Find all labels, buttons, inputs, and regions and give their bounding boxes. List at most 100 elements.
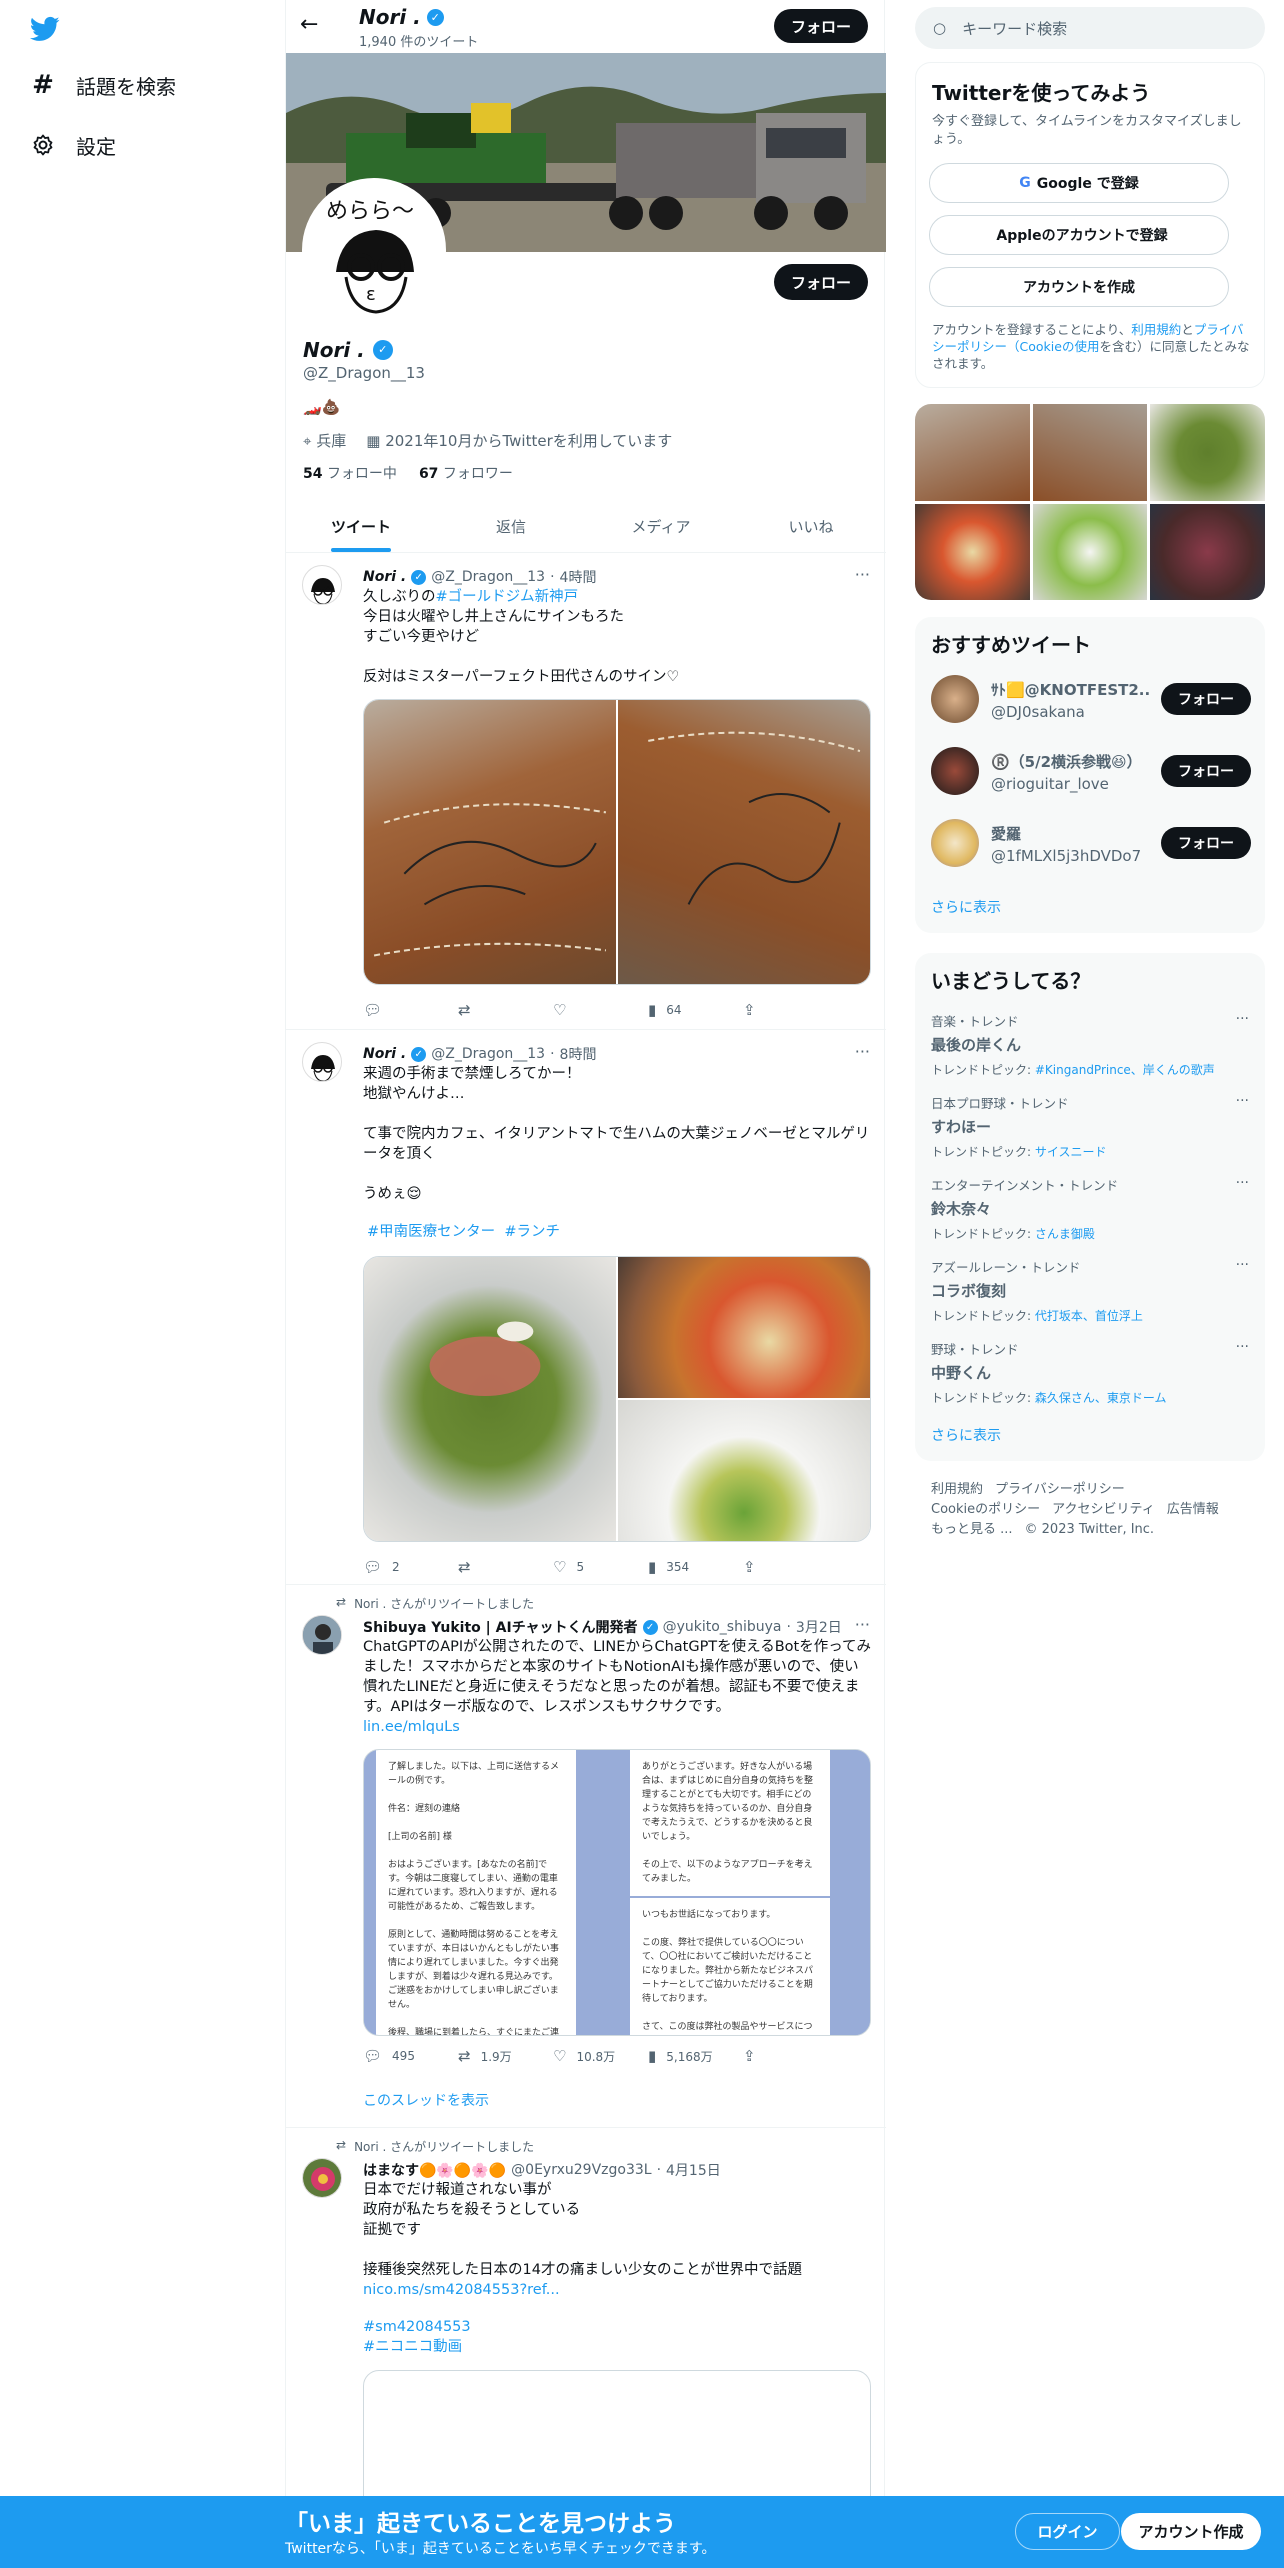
show-more-link[interactable]: さらに表示 <box>931 897 1001 917</box>
search-input[interactable]: ○ キーワード検索 <box>915 7 1265 49</box>
tweet-link[interactable]: lin.ee/mlquLs <box>363 1717 873 1737</box>
tweet-1[interactable]: Nori . ✓ @Z_Dragon__13 · 4時間 ··· 久しぶりの#ゴ… <box>286 553 886 1030</box>
profile-avatar[interactable]: めらら〜 ε <box>302 178 446 322</box>
rec-user-name[interactable]: 愛羅 <box>991 823 1151 844</box>
show-more-trends-link[interactable]: さらに表示 <box>931 1425 1001 1445</box>
tweet-avatar[interactable] <box>302 1042 342 1082</box>
media-chat-screenshot-2[interactable]: ありがとうございます。好きな人がいる場合は、まずはじめに自分自身の気持ちを整理す… <box>618 1750 870 1896</box>
trend-topic-links[interactable]: さんま御殿 <box>1035 1227 1095 1241</box>
rec-user-name[interactable]: ｻﾄ🟨@KNOTFEST2... <box>991 679 1151 700</box>
tweet-author-handle[interactable]: @Z_Dragon__13 <box>431 1046 545 1062</box>
footer-terms-link[interactable]: 利用規約 <box>931 1482 983 1497</box>
rec-follow-button[interactable]: フォロー <box>1161 755 1251 787</box>
tweet-author-handle[interactable]: @0Eyrxu29Vzgo33L <box>511 2162 651 2178</box>
more-options-icon[interactable]: ··· <box>855 1615 870 1634</box>
photo-thumb-dish[interactable] <box>1150 503 1265 600</box>
tweet-media[interactable] <box>363 699 871 985</box>
recommended-user-2[interactable]: ®️（5/2横浜参戦😆） @rioguitar_love フォロー <box>931 741 1251 801</box>
tab-tweets[interactable]: ツイート <box>286 500 436 552</box>
retweet-button[interactable]: ⇄ 1.9万 <box>458 2047 553 2065</box>
footer-more-link[interactable]: もっと見る ... <box>931 1522 1013 1537</box>
tweet-2[interactable]: Nori . ✓ @Z_Dragon__13 · 8時間 ··· 来週の手術まで… <box>286 1030 886 1585</box>
trend-item-4[interactable]: アズールレーン・トレンド コラボ復刻 トレンドトピック: 代打坂本、首位浮上 ·… <box>931 1257 1249 1324</box>
more-options-icon[interactable]: ··· <box>1236 1175 1249 1191</box>
media-photo-belt-2[interactable] <box>618 700 870 984</box>
tweet-author-name[interactable]: はまなす🟠🌸🟠🌸🟠 <box>363 2160 506 2180</box>
twitter-logo-icon[interactable] <box>28 14 62 44</box>
rec-follow-button[interactable]: フォロー <box>1161 683 1251 715</box>
media-chat-screenshot-3[interactable]: いつもお世話になっております。 この度、弊社で提供している〇〇について、〇〇社に… <box>618 1898 870 2035</box>
media-chat-screenshot-1[interactable]: 了解しました。以下は、上司に送信するメールの例です。 件名：遅刻の連絡 [上司の… <box>364 1750 616 2035</box>
footer-privacy-link[interactable]: プライバシーポリシー <box>995 1482 1125 1497</box>
recommended-user-3[interactable]: 愛羅 @1fMLXl5j3hDVDo7 フォロー <box>931 813 1251 873</box>
profile-follow-button[interactable]: フォロー <box>774 264 868 300</box>
tweet-avatar[interactable] <box>302 565 342 605</box>
terms-link[interactable]: 利用規約 <box>1131 322 1181 337</box>
reply-button[interactable]: 💬︎ 2 <box>363 1558 458 1576</box>
tweet-author-name[interactable]: Nori . <box>363 1046 406 1062</box>
apple-signup-button[interactable]: Appleのアカウントで登録 <box>929 215 1229 255</box>
tweet-author-name[interactable]: Nori . <box>363 569 406 585</box>
nav-explore[interactable]: # 話題を検索 <box>28 70 176 100</box>
hashtag-link[interactable]: #ゴールドジム新神戸 <box>436 589 579 605</box>
tweet-time[interactable]: 4月15日 <box>666 2160 721 2180</box>
footer-cookie-link[interactable]: Cookieのポリシー <box>931 1502 1040 1517</box>
media-photo-salad[interactable] <box>618 1400 870 1541</box>
google-signup-button[interactable]: G Google で登録 <box>929 163 1229 203</box>
tab-replies[interactable]: 返信 <box>436 500 586 552</box>
retweet-button[interactable]: ⇄ <box>458 1558 553 1576</box>
tweet-time[interactable]: 4時間 <box>560 567 597 587</box>
create-account-button[interactable]: アカウントを作成 <box>929 267 1229 307</box>
share-button[interactable]: ⇪ <box>743 1001 773 1019</box>
share-button[interactable]: ⇪ <box>743 1558 773 1576</box>
rec-user-handle[interactable]: @rioguitar_love <box>991 775 1109 793</box>
hashtag-link[interactable]: #sm42084553 <box>363 2317 873 2337</box>
retweet-button[interactable]: ⇄ <box>458 1001 553 1019</box>
tweet-media[interactable] <box>363 1256 871 1542</box>
like-button[interactable]: ♡ 5 <box>553 1558 648 1576</box>
photo-thumb-belt-1[interactable] <box>915 404 1030 501</box>
trend-item-1[interactable]: 音楽・トレンド 最後の岸くん トレンドトピック: #KingandPrince、… <box>931 1011 1249 1078</box>
rec-user-handle[interactable]: @DJ0sakana <box>991 703 1085 721</box>
views-button[interactable]: ▮ 64 <box>648 1001 743 1019</box>
share-button[interactable]: ⇪ <box>743 2047 773 2065</box>
rec-user-name[interactable]: ®️（5/2横浜参戦😆） <box>991 751 1151 772</box>
tweet-3[interactable]: ⇄ Nori . さんがリツイートしました Shibuya Yukito | AI… <box>286 1585 886 2128</box>
tweet-author-handle[interactable]: @Z_Dragon__13 <box>431 569 545 585</box>
tweet-link[interactable]: nico.ms/sm42084553?ref... <box>363 2280 873 2300</box>
tweet-author-handle[interactable]: @yukito_shibuya <box>663 1619 782 1635</box>
photo-thumb-pasta[interactable] <box>1150 404 1265 501</box>
like-button[interactable]: ♡ <box>553 1001 648 1019</box>
tab-media[interactable]: メディア <box>586 500 736 552</box>
more-options-icon[interactable]: ··· <box>1236 1093 1249 1109</box>
trend-topic-links[interactable]: 森久保さん、東京ドーム <box>1035 1391 1167 1405</box>
following-link[interactable]: 54 フォロー中 <box>303 463 397 483</box>
tweet-avatar[interactable] <box>302 2158 342 2198</box>
nav-settings[interactable]: 設定 <box>28 130 116 160</box>
header-follow-button[interactable]: フォロー <box>774 9 868 43</box>
more-options-icon[interactable]: ··· <box>1236 1257 1249 1273</box>
avatar[interactable] <box>931 675 979 723</box>
tweet-author-name[interactable]: Shibuya Yukito | AIチャットくん開発者 <box>363 1617 638 1637</box>
photo-thumb-belt-2[interactable] <box>1032 404 1148 501</box>
tweet-time[interactable]: 8時間 <box>560 1044 597 1064</box>
rec-user-handle[interactable]: @1fMLXl5j3hDVDo7 <box>991 847 1141 865</box>
avatar[interactable] <box>931 819 979 867</box>
footer-accessibility-link[interactable]: アクセシビリティ <box>1052 1502 1155 1517</box>
more-options-icon[interactable]: ··· <box>855 1042 870 1061</box>
more-options-icon[interactable]: ··· <box>855 565 870 584</box>
trend-item-5[interactable]: 野球・トレンド 中野くん トレンドトピック: 森久保さん、東京ドーム ··· <box>931 1339 1249 1406</box>
more-options-icon[interactable]: ··· <box>1236 1011 1249 1027</box>
recommended-user-1[interactable]: ｻﾄ🟨@KNOTFEST2... @DJ0sakana フォロー <box>931 669 1251 729</box>
tweet-media[interactable]: 了解しました。以下は、上司に送信するメールの例です。 件名：遅刻の連絡 [上司の… <box>363 1749 871 2036</box>
views-button[interactable]: ▮ 354 <box>648 1558 743 1576</box>
more-options-icon[interactable]: ··· <box>1236 1339 1249 1355</box>
login-button[interactable]: ログイン <box>1015 2513 1120 2550</box>
trend-topic-links[interactable]: 代打坂本、首位浮上 <box>1035 1309 1143 1323</box>
tweet-hashtags[interactable]: #甲南医療センター #ランチ <box>367 1222 877 1242</box>
tweet-time[interactable]: 3月2日 <box>796 1617 842 1637</box>
retweet-label[interactable]: Nori . さんがリツイートしました <box>354 1595 534 1612</box>
photo-thumb-pizza[interactable] <box>915 503 1030 600</box>
followers-link[interactable]: 67 フォロワー <box>419 463 513 483</box>
retweet-label[interactable]: Nori . さんがリツイートしました <box>354 2138 534 2155</box>
